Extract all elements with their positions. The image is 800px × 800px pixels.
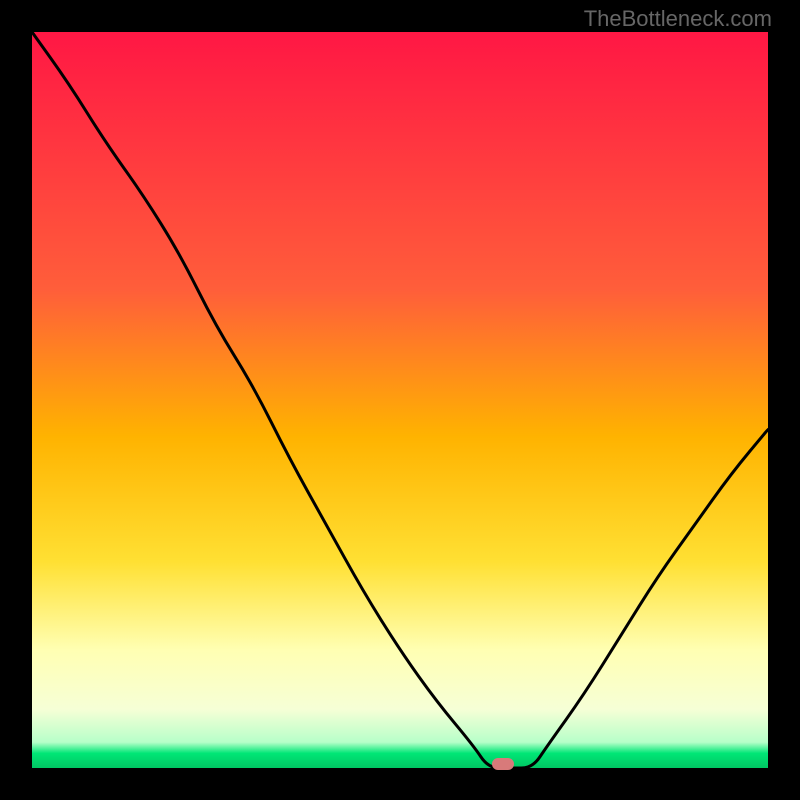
watermark-text: TheBottleneck.com (584, 6, 772, 32)
optimal-point-marker (492, 758, 514, 770)
gradient-background (32, 32, 768, 768)
plot-area (32, 32, 768, 768)
